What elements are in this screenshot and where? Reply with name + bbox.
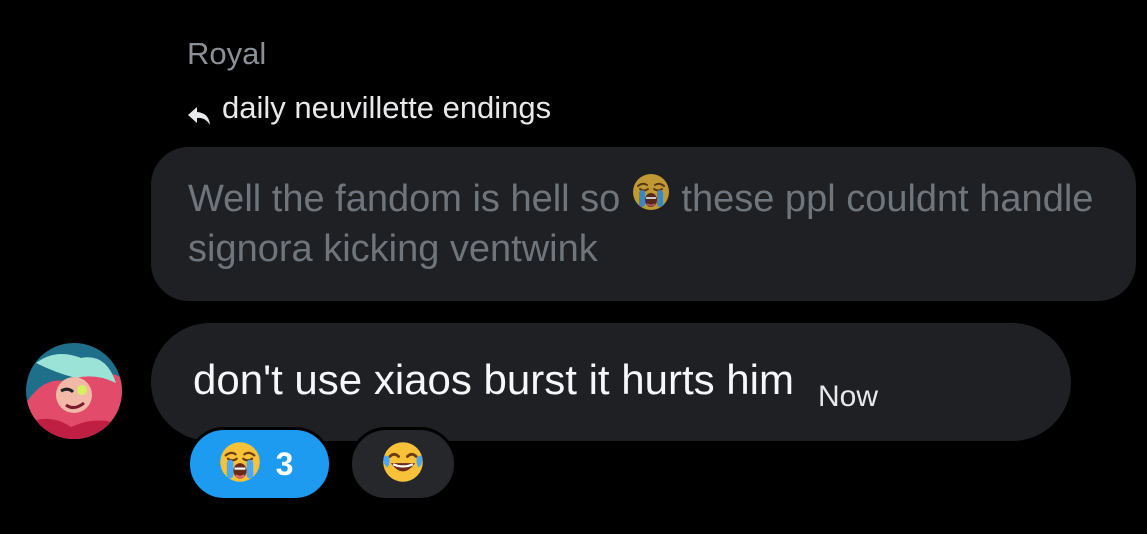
message-text: don't use xiaos burst it hurts him: [193, 356, 794, 403]
message-bubble[interactable]: don't use xiaos burst it hurts him Now: [151, 323, 1071, 441]
sender-name: Royal: [187, 36, 267, 71]
reaction-count: 3: [275, 445, 294, 482]
loudly-crying-face-icon: [218, 440, 262, 489]
face-with-tears-of-joy-icon: [381, 440, 425, 489]
reactions-bar: 3: [187, 427, 457, 501]
avatar[interactable]: [26, 343, 122, 439]
message-timestamp: Now: [817, 380, 878, 413]
reply-label: daily neuvillette endings: [222, 90, 552, 125]
loudly-crying-face-icon: [631, 176, 671, 225]
reaction-crying-button[interactable]: 3: [187, 427, 332, 501]
quoted-text-start: Well the fandom is hell so: [188, 178, 631, 220]
reaction-joy-button[interactable]: [349, 427, 457, 501]
quoted-message-bubble[interactable]: Well the fandom is hell so these ppl cou…: [151, 147, 1136, 301]
reply-arrow-icon: [186, 97, 212, 125]
reply-context[interactable]: daily neuvillette endings: [186, 88, 551, 128]
